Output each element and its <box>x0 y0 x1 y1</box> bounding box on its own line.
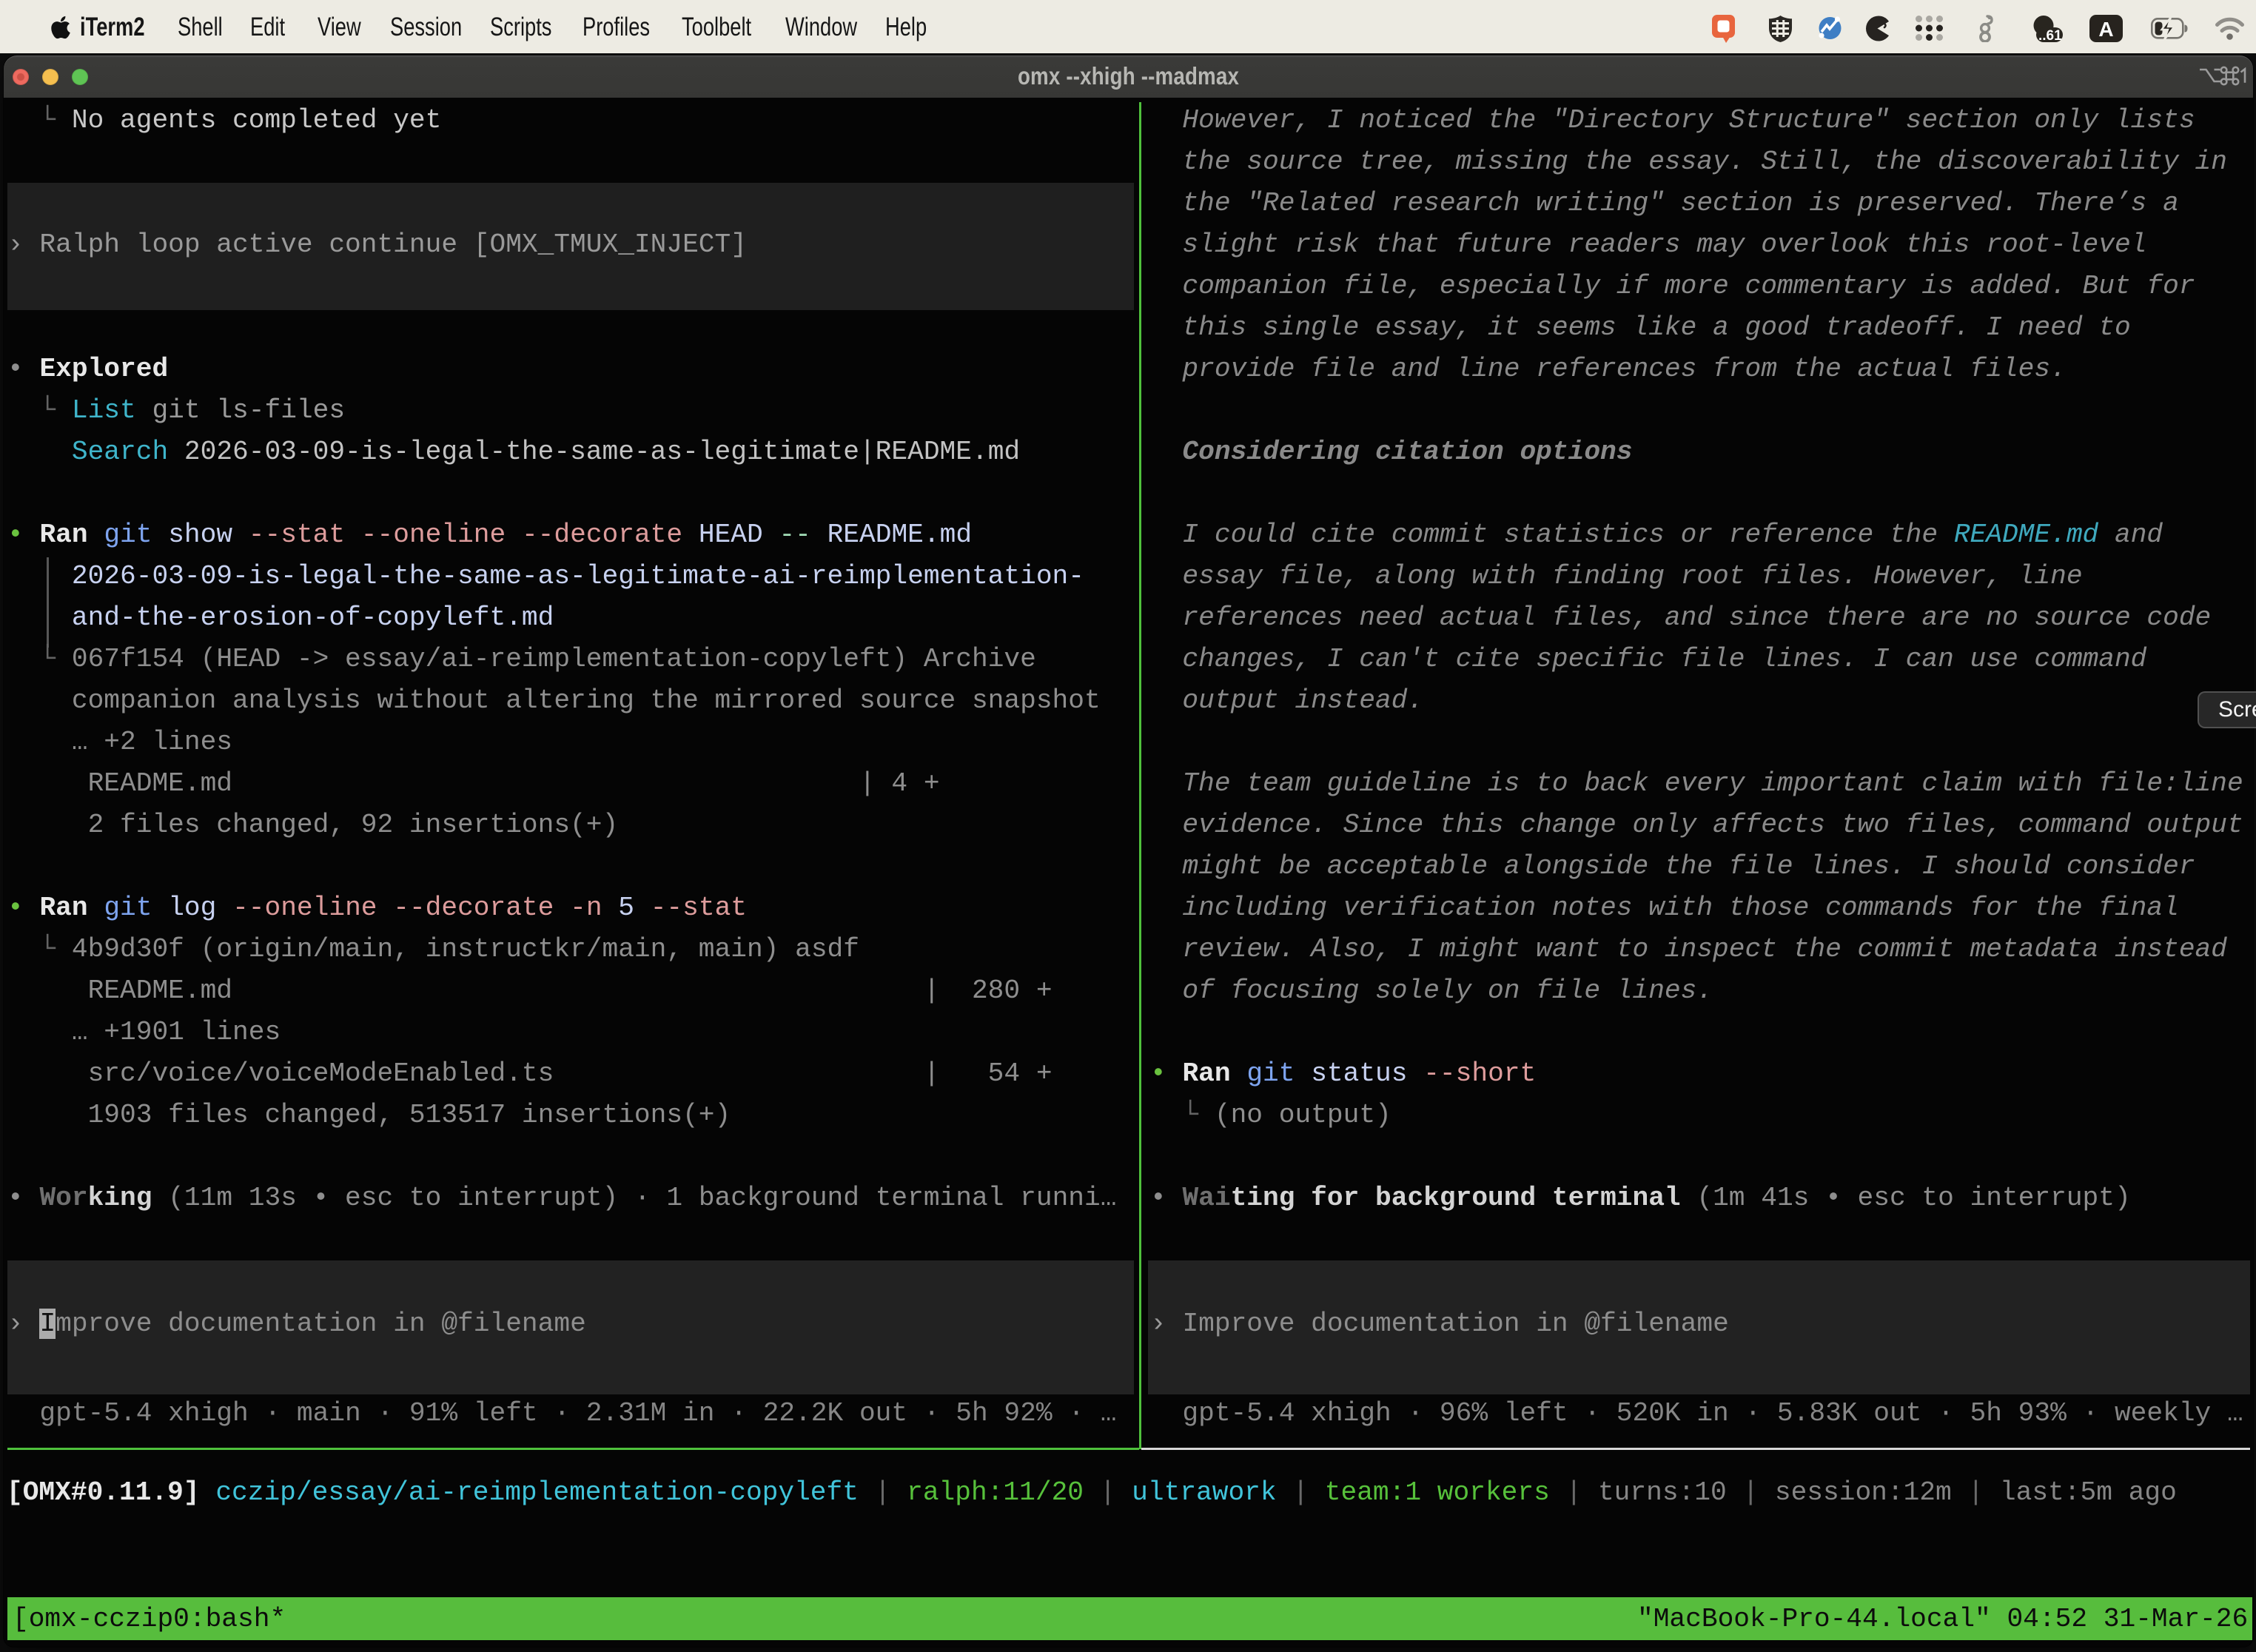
svg-text:..61: ..61 <box>2038 28 2062 42</box>
svg-text:A: A <box>2098 18 2113 41</box>
